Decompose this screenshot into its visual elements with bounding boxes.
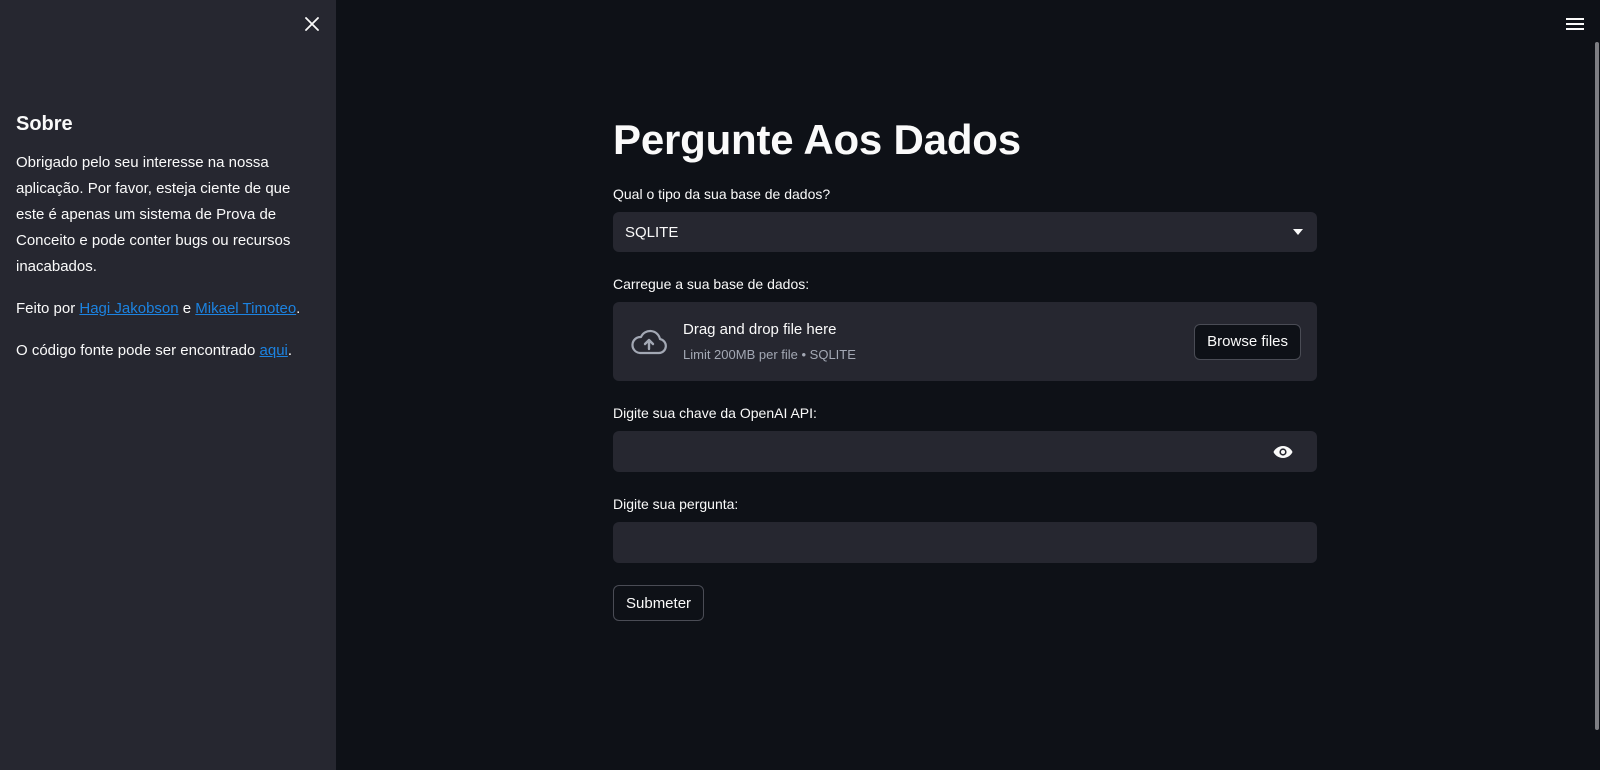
sidebar-heading: Sobre bbox=[16, 113, 73, 135]
app: Sobre Obrigado pelo seu interesse na nos… bbox=[0, 0, 1600, 770]
question-input-wrapper bbox=[613, 522, 1317, 563]
question-label: Digite sua pergunta: bbox=[613, 496, 739, 512]
db-type-selected-value: SQLITE bbox=[625, 223, 679, 241]
dropzone-instruction: Drag and drop file here bbox=[683, 320, 837, 338]
sidebar: Sobre Obrigado pelo seu interesse na nos… bbox=[0, 0, 336, 770]
scrollbar-thumb[interactable] bbox=[1595, 42, 1599, 730]
page-title: Pergunte Aos Dados bbox=[613, 116, 1021, 163]
question-field: Digite sua pergunta: bbox=[613, 494, 1317, 563]
dropzone-text: Drag and drop file here Limit 200MB per … bbox=[683, 319, 1194, 365]
file-dropzone[interactable]: Drag and drop file here Limit 200MB per … bbox=[613, 302, 1317, 381]
close-sidebar-button[interactable] bbox=[300, 12, 324, 36]
source-prefix: O código fonte pode ser encontrado bbox=[16, 342, 260, 359]
sidebar-about-text: Obrigado pelo seu interesse na nossa apl… bbox=[16, 154, 291, 275]
question-input[interactable] bbox=[613, 522, 1317, 563]
authors-suffix: . bbox=[296, 300, 301, 317]
authors-joiner: e bbox=[178, 300, 196, 317]
toggle-visibility-button[interactable] bbox=[1263, 432, 1303, 472]
api-key-field: Digite sua chave da OpenAI API: bbox=[613, 403, 1317, 472]
sidebar-content: Sobre Obrigado pelo seu interesse na nos… bbox=[16, 110, 320, 380]
author-link-hagi[interactable]: Hagi Jakobson bbox=[79, 300, 178, 317]
authors-prefix: Feito por bbox=[16, 300, 80, 317]
api-key-input-wrapper bbox=[613, 431, 1317, 472]
db-type-label: Qual o tipo da sua base de dados? bbox=[613, 186, 831, 202]
upload-label: Carregue a sua base de dados: bbox=[613, 276, 810, 292]
sidebar-source: O código fonte pode ser encontrado aqui. bbox=[16, 338, 320, 364]
dropzone-limit: Limit 200MB per file • SQLITE bbox=[683, 346, 856, 362]
db-type-select[interactable]: SQLITE bbox=[613, 212, 1317, 252]
caret-down-icon bbox=[1293, 229, 1303, 235]
submit-button[interactable]: Submeter bbox=[613, 585, 705, 621]
source-suffix: . bbox=[287, 342, 293, 359]
upload-field: Carregue a sua base de dados: Drag and d… bbox=[613, 274, 1317, 381]
cloud-upload-icon bbox=[629, 322, 669, 362]
author-link-mikael[interactable]: Mikael Timoteo bbox=[195, 300, 296, 317]
main-menu-button[interactable] bbox=[1563, 12, 1587, 36]
source-code-link[interactable]: aqui bbox=[260, 342, 288, 359]
hamburger-menu-icon bbox=[1566, 18, 1584, 30]
api-key-input[interactable] bbox=[613, 431, 1263, 472]
eye-icon bbox=[1273, 445, 1293, 458]
close-icon bbox=[305, 17, 319, 31]
db-type-field: Qual o tipo da sua base de dados? SQLITE bbox=[613, 184, 1317, 252]
browse-files-button[interactable]: Browse files bbox=[1194, 323, 1301, 360]
sidebar-authors: Feito por Hagi Jakobson e Mikael Timoteo… bbox=[16, 296, 320, 322]
main-content: Pergunte Aos Dados Qual o tipo da sua ba… bbox=[613, 110, 1317, 621]
api-key-label: Digite sua chave da OpenAI API: bbox=[613, 405, 817, 421]
